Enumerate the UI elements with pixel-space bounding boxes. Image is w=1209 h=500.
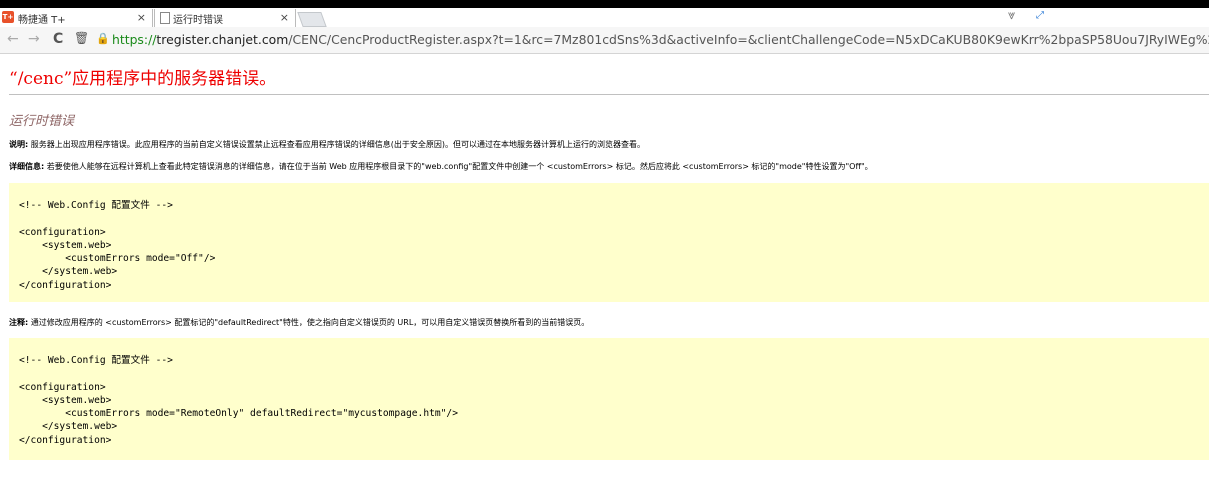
close-tab-icon[interactable]: × (280, 11, 289, 24)
page-title: “/cenc”应用程序中的服务器错误。 (9, 69, 277, 89)
description-label: 说明: (9, 140, 29, 149)
details-label: 详细信息: (9, 162, 45, 171)
error-page: “/cenc”应用程序中的服务器错误。 运行时错误 说明: 服务器上出现应用程序… (0, 54, 1209, 500)
divider (9, 94, 1209, 95)
details-text: 若要使他人能够在远程计算机上查看此特定错误消息的详细信息，请在位于当前 Web … (44, 162, 873, 171)
tab-runtime-error[interactable]: 运行时错误 × (154, 9, 296, 27)
page-subtitle: 运行时错误 (9, 114, 75, 129)
notes-label: 注释: (9, 318, 29, 327)
notes-paragraph: 注释: 通过修改应用程序的 <customErrors> 配置标记的"defau… (9, 317, 589, 328)
forward-arrow-icon[interactable]: → (28, 31, 40, 47)
details-paragraph: 详细信息: 若要使他人能够在远程计算机上查看此特定错误消息的详细信息，请在位于当… (9, 161, 873, 172)
back-arrow-icon[interactable]: ← (7, 31, 19, 47)
config-code-block-off: <!-- Web.Config 配置文件 --> <configuration>… (9, 183, 1209, 302)
config-code-block-remoteonly: <!-- Web.Config 配置文件 --> <configuration>… (9, 338, 1209, 460)
tab-chanjet[interactable]: T+ 畅捷通 T+ × (0, 9, 153, 27)
page-icon (160, 12, 170, 24)
tab-title: 运行时错误 (173, 14, 223, 26)
new-tab-button[interactable] (297, 12, 327, 27)
url-field[interactable]: https://tregister.chanjet.com/CENC/CencP… (112, 32, 1209, 47)
vivaldi-logo-icon: ⩔ (1008, 8, 1016, 23)
address-toolbar: ← → C 🗑 🔒 https://tregister.chanjet.com/… (0, 27, 1209, 54)
description-paragraph: 说明: 服务器上出现应用程序错误。此应用程序的当前自定义错误设置禁止远程查看应用… (9, 139, 645, 150)
tab-title: 畅捷通 T+ (18, 14, 66, 26)
url-path: /CENC/CencProductRegister.aspx?t=1&rc=7M… (288, 32, 1209, 47)
reload-icon[interactable]: C (53, 31, 63, 47)
notes-text: 通过修改应用程序的 <customErrors> 配置标记的"defaultRe… (28, 318, 590, 327)
window-top-bar (0, 0, 1209, 8)
chanjet-favicon-icon: T+ (2, 11, 14, 23)
close-tab-icon[interactable]: × (137, 11, 146, 24)
url-host: tregister.chanjet.com (156, 32, 289, 47)
lock-icon[interactable]: 🔒 (96, 32, 110, 45)
description-text: 服务器上出现应用程序错误。此应用程序的当前自定义错误设置禁止远程查看应用程序错误… (28, 140, 645, 149)
tab-strip: T+ 畅捷通 T+ × 运行时错误 × ⩔ ⤢ (0, 8, 1209, 27)
expand-icon[interactable]: ⤢ (1036, 10, 1044, 21)
trash-icon[interactable]: 🗑 (74, 31, 89, 45)
window-controls: ⩔ ⤢ (990, 8, 1070, 26)
url-scheme: https:// (112, 32, 157, 47)
